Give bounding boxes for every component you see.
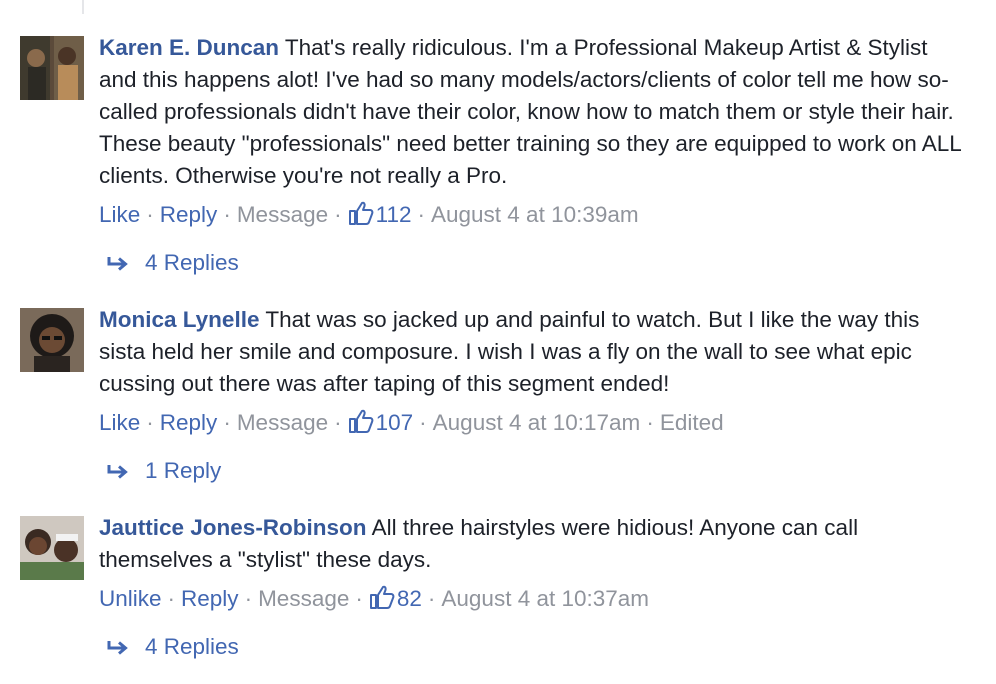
- separator: ·: [334, 410, 342, 435]
- view-replies-link[interactable]: 4 Replies: [107, 631, 969, 663]
- comment-timestamp[interactable]: August 4 at 10:17am: [433, 410, 641, 435]
- message-link[interactable]: Message: [237, 410, 328, 435]
- like-link[interactable]: Like: [99, 202, 140, 227]
- comment-text-block: Monica Lynelle That was so jacked up and…: [99, 304, 969, 400]
- like-count-value: 112: [375, 202, 412, 227]
- unlike-link[interactable]: Unlike: [99, 586, 162, 611]
- comment-thread: Karen E. Duncan That's really ridiculous…: [0, 0, 996, 684]
- like-count[interactable]: 112: [348, 201, 412, 227]
- separator: ·: [223, 410, 231, 435]
- avatar[interactable]: [20, 516, 84, 580]
- reply-arrow-icon: [107, 257, 128, 271]
- message-link[interactable]: Message: [237, 202, 328, 227]
- replies-label: 1 Reply: [145, 458, 222, 483]
- separator: ·: [146, 410, 154, 435]
- avatar-image: [20, 516, 84, 580]
- thumbs-up-icon: [369, 585, 395, 609]
- like-count[interactable]: 82: [369, 585, 422, 611]
- like-count-value: 82: [396, 586, 422, 611]
- comment-author-link[interactable]: Karen E. Duncan: [99, 35, 279, 60]
- replies-label: 4 Replies: [145, 250, 239, 275]
- avatar[interactable]: [20, 36, 84, 100]
- reply-arrow-icon: [107, 641, 128, 655]
- comment-body: Monica Lynelle That was so jacked up and…: [99, 304, 969, 487]
- like-count-value: 107: [375, 410, 414, 435]
- comment-timestamp[interactable]: August 4 at 10:39am: [431, 202, 639, 227]
- avatar-image: [20, 36, 84, 100]
- comment-text-block: Jauttice Jones-Robinson All three hairst…: [99, 512, 969, 576]
- separator: ·: [417, 202, 425, 227]
- message-link[interactable]: Message: [258, 586, 349, 611]
- comment-timestamp[interactable]: August 4 at 10:37am: [441, 586, 649, 611]
- reply-link[interactable]: Reply: [160, 410, 218, 435]
- separator: ·: [419, 410, 427, 435]
- replies-label: 4 Replies: [145, 634, 239, 659]
- reply-link[interactable]: Reply: [181, 586, 239, 611]
- separator: ·: [223, 202, 231, 227]
- like-link[interactable]: Like: [99, 410, 140, 435]
- like-count[interactable]: 107: [348, 409, 414, 435]
- separator: ·: [355, 586, 363, 611]
- reply-link[interactable]: Reply: [160, 202, 218, 227]
- view-replies-link[interactable]: 4 Replies: [107, 247, 969, 279]
- comment-body: Karen E. Duncan That's really ridiculous…: [99, 32, 969, 279]
- avatar[interactable]: [20, 308, 84, 372]
- comment-actions: Like · Reply · Message · 107 · August 4 at 10:17…: [99, 407, 969, 439]
- separator: ·: [244, 586, 253, 611]
- avatar-image: [20, 308, 84, 372]
- thumbs-up-icon: [348, 409, 373, 433]
- separator: ·: [146, 202, 154, 227]
- separator: ·: [167, 586, 176, 611]
- thread-line: [82, 0, 84, 14]
- view-replies-link[interactable]: 1 Reply: [107, 455, 969, 487]
- thumbs-up-icon: [348, 201, 373, 225]
- separator: ·: [334, 202, 342, 227]
- separator: ·: [427, 586, 436, 611]
- edited-label[interactable]: Edited: [660, 410, 724, 435]
- separator: ·: [646, 410, 654, 435]
- comment-actions: Unlike · Reply · Message · 82 · August 4 at 10:3…: [99, 583, 969, 615]
- comment-body: Jauttice Jones-Robinson All three hairst…: [99, 512, 969, 663]
- reply-arrow-icon: [107, 465, 128, 479]
- comment-author-link[interactable]: Jauttice Jones-Robinson: [99, 515, 367, 540]
- comment-actions: Like · Reply · Message · 112 · August 4 at 10:39…: [99, 199, 969, 231]
- comment-text-block: Karen E. Duncan That's really ridiculous…: [99, 32, 969, 192]
- comment-author-link[interactable]: Monica Lynelle: [99, 307, 259, 332]
